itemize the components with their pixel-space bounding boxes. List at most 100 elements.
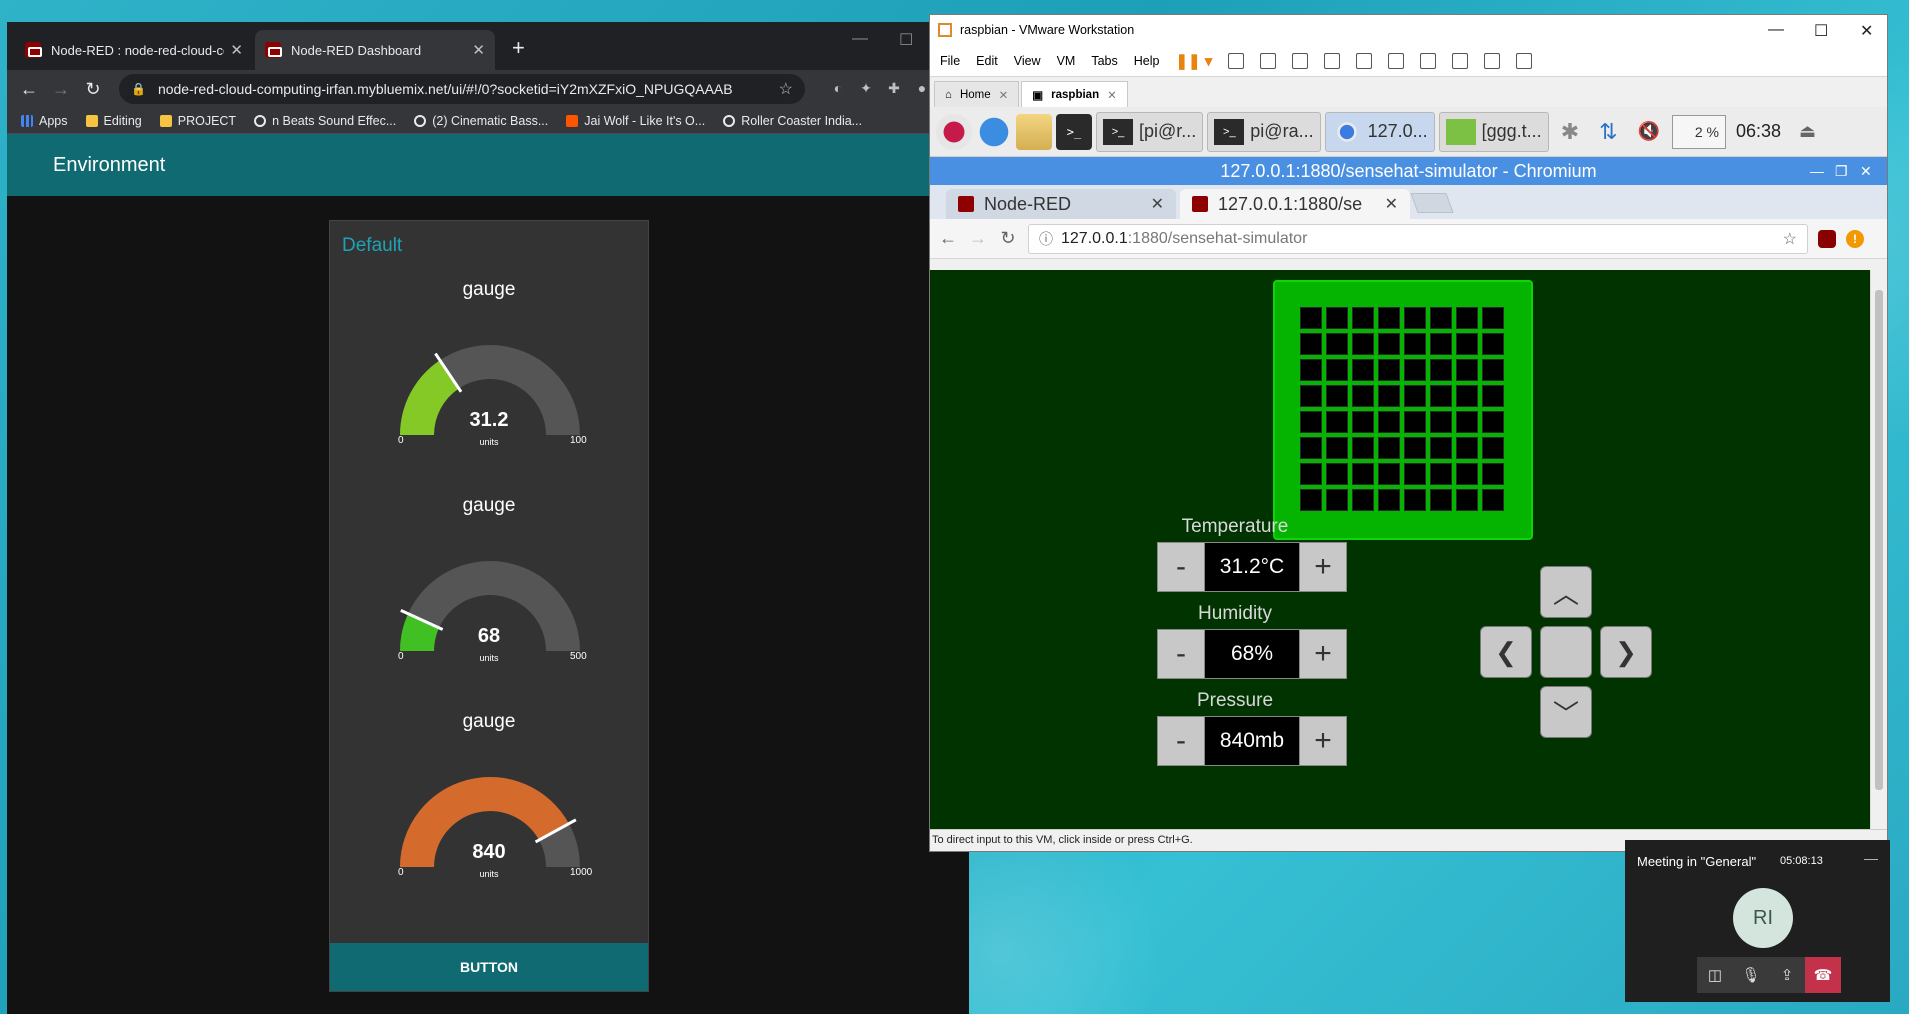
- close-icon[interactable]: ✕: [1860, 21, 1873, 41]
- puzzle-extensions-icon[interactable]: ✚: [885, 80, 903, 98]
- chrome-tab-node-red[interactable]: Node-RED : node-red-cloud-cor ✕: [15, 30, 253, 70]
- back-icon[interactable]: ←: [938, 228, 958, 249]
- close-icon[interactable]: ✕: [1860, 157, 1872, 185]
- teams-meeting-window: Meeting in "General" 05:08:13 — RI ◫ 🎙 ⇪…: [1625, 840, 1890, 1002]
- vm-tab-home[interactable]: ⌂ Home ✕: [934, 81, 1020, 107]
- mic-off-icon[interactable]: 🎙: [1733, 957, 1769, 993]
- minimize-icon[interactable]: —: [852, 30, 868, 48]
- send-ctrl-alt-del-icon[interactable]: [1228, 52, 1245, 69]
- led-pixel: [1300, 307, 1322, 329]
- close-icon[interactable]: ✕: [230, 41, 243, 59]
- vm-tab-raspbian[interactable]: ▣ raspbian ✕: [1021, 81, 1128, 107]
- humidity-decrease-button[interactable]: -: [1157, 629, 1205, 679]
- led-pixel: [1430, 437, 1452, 459]
- menu-vm[interactable]: VM: [1057, 54, 1076, 68]
- close-icon[interactable]: ✕: [472, 41, 485, 59]
- warning-icon[interactable]: !: [1846, 229, 1864, 248]
- close-icon[interactable]: ✕: [1385, 194, 1398, 214]
- extension-icon[interactable]: ◐: [829, 80, 847, 98]
- close-icon[interactable]: ✕: [1107, 88, 1117, 102]
- file-manager-icon[interactable]: [1016, 113, 1052, 150]
- bookmark-jai-wolf[interactable]: Jai Wolf - Like It's O...: [566, 114, 705, 128]
- bookmark-cinematic[interactable]: (2) Cinematic Bass...: [414, 114, 548, 128]
- new-tab-button[interactable]: [1410, 193, 1454, 213]
- address-bar[interactable]: 🔒 node-red-cloud-computing-irfan.mybluem…: [119, 74, 805, 104]
- pause-icon[interactable]: ❚❚ ▾: [1175, 52, 1212, 70]
- volume-muted-icon[interactable]: 🔇: [1638, 121, 1660, 142]
- taskbar-item-chromium[interactable]: 127.0...: [1324, 111, 1435, 152]
- revert-snapshot-icon[interactable]: [1292, 52, 1309, 69]
- gauge-widget: gauge 31.2 units 0 100: [330, 279, 648, 489]
- share-screen-icon[interactable]: ⇪: [1769, 957, 1805, 993]
- extension-icon[interactable]: ✦: [857, 80, 875, 98]
- unity-icon[interactable]: [1452, 52, 1469, 69]
- maximize-icon[interactable]: ❐: [1835, 157, 1848, 185]
- menu-view[interactable]: View: [1014, 54, 1041, 68]
- bookmark-editing[interactable]: Editing: [85, 114, 142, 128]
- led-pixel: [1456, 385, 1478, 407]
- terminal-icon[interactable]: >_: [1056, 113, 1092, 150]
- pressure-decrease-button[interactable]: -: [1157, 716, 1205, 766]
- led-pixel: [1482, 359, 1504, 381]
- joystick-right-button[interactable]: ❯: [1600, 626, 1652, 678]
- bookmark-roller-coaster[interactable]: Roller Coaster India...: [723, 114, 862, 128]
- network-icon[interactable]: ⇅: [1599, 119, 1617, 145]
- bookmark-project[interactable]: PROJECT: [159, 114, 236, 128]
- library-view-icon[interactable]: [1356, 52, 1373, 69]
- bookmark-beats[interactable]: n Beats Sound Effec...: [254, 114, 396, 128]
- menu-edit[interactable]: Edit: [976, 54, 998, 68]
- joystick-left-button[interactable]: ❮: [1480, 626, 1532, 678]
- bookmark-star-icon[interactable]: ☆: [779, 79, 793, 99]
- chromium-address-bar[interactable]: ⓘ 127.0.0.1:1880/sensehat-simulator ☆: [1028, 223, 1808, 254]
- pressure-increase-button[interactable]: +: [1299, 716, 1347, 766]
- led-pixel: [1378, 489, 1400, 511]
- new-tab-button[interactable]: +: [512, 35, 525, 61]
- reload-icon[interactable]: ↻: [998, 228, 1018, 249]
- temperature-increase-button[interactable]: +: [1299, 542, 1347, 592]
- chrome-tab-dashboard[interactable]: Node-RED Dashboard ✕: [255, 30, 495, 70]
- bookmark-apps[interactable]: Apps: [21, 114, 68, 128]
- console-icon[interactable]: [1484, 52, 1501, 69]
- eject-icon[interactable]: ⏏: [1799, 121, 1816, 142]
- bluetooth-icon[interactable]: ✱: [1561, 119, 1579, 145]
- fullscreen-icon[interactable]: [1420, 52, 1437, 69]
- forward-icon[interactable]: →: [45, 79, 77, 100]
- snapshot-icon[interactable]: [1260, 52, 1277, 69]
- close-icon[interactable]: ✕: [1151, 194, 1164, 214]
- close-icon[interactable]: ✕: [999, 88, 1009, 102]
- stretch-icon[interactable]: [1516, 52, 1533, 69]
- joystick-down-button[interactable]: ﹀: [1540, 686, 1592, 738]
- taskbar-item-terminal-1[interactable]: >_ [pi@r...: [1096, 111, 1204, 152]
- temperature-decrease-button[interactable]: -: [1157, 542, 1205, 592]
- maximize-icon[interactable]: ☐: [1814, 21, 1828, 41]
- maximize-icon[interactable]: ☐: [899, 30, 913, 50]
- chromium-tab-simulator[interactable]: 127.0.0.1:1880/se ✕: [1180, 189, 1410, 219]
- forward-icon[interactable]: →: [968, 228, 988, 249]
- menu-file[interactable]: File: [940, 54, 960, 68]
- scrollbar-thumb[interactable]: [1875, 290, 1883, 790]
- camera-off-icon[interactable]: ◫: [1697, 957, 1733, 993]
- dashboard-button[interactable]: BUTTON: [330, 943, 648, 991]
- reload-icon[interactable]: ↻: [77, 79, 109, 100]
- humidity-increase-button[interactable]: +: [1299, 629, 1347, 679]
- back-icon[interactable]: ←: [13, 79, 45, 100]
- menu-help[interactable]: Help: [1134, 54, 1160, 68]
- joystick-up-button[interactable]: ︿: [1540, 566, 1592, 618]
- minimize-icon[interactable]: —: [1864, 850, 1878, 866]
- joystick-center-button[interactable]: [1540, 626, 1592, 678]
- taskbar-item-terminal-2[interactable]: >_ pi@ra...: [1207, 111, 1321, 152]
- menu-tabs[interactable]: Tabs: [1091, 54, 1117, 68]
- bookmark-star-icon[interactable]: ☆: [1783, 229, 1797, 249]
- minimize-icon[interactable]: —: [1810, 157, 1824, 185]
- ublock-icon[interactable]: [1818, 229, 1836, 248]
- panel-clock[interactable]: 06:38: [1736, 121, 1781, 142]
- chromium-tab-node-red[interactable]: Node-RED ✕: [946, 189, 1176, 219]
- web-browser-icon[interactable]: [976, 113, 1012, 150]
- snapshot-manager-icon[interactable]: [1324, 52, 1341, 69]
- vertical-scrollbar[interactable]: [1870, 270, 1887, 830]
- hang-up-icon[interactable]: ☎: [1805, 957, 1841, 993]
- thumbnail-view-icon[interactable]: [1388, 52, 1405, 69]
- raspberry-menu-icon[interactable]: [936, 113, 972, 150]
- minimize-icon[interactable]: —: [1768, 21, 1784, 39]
- taskbar-item-editor[interactable]: [ggg.t...: [1438, 111, 1549, 152]
